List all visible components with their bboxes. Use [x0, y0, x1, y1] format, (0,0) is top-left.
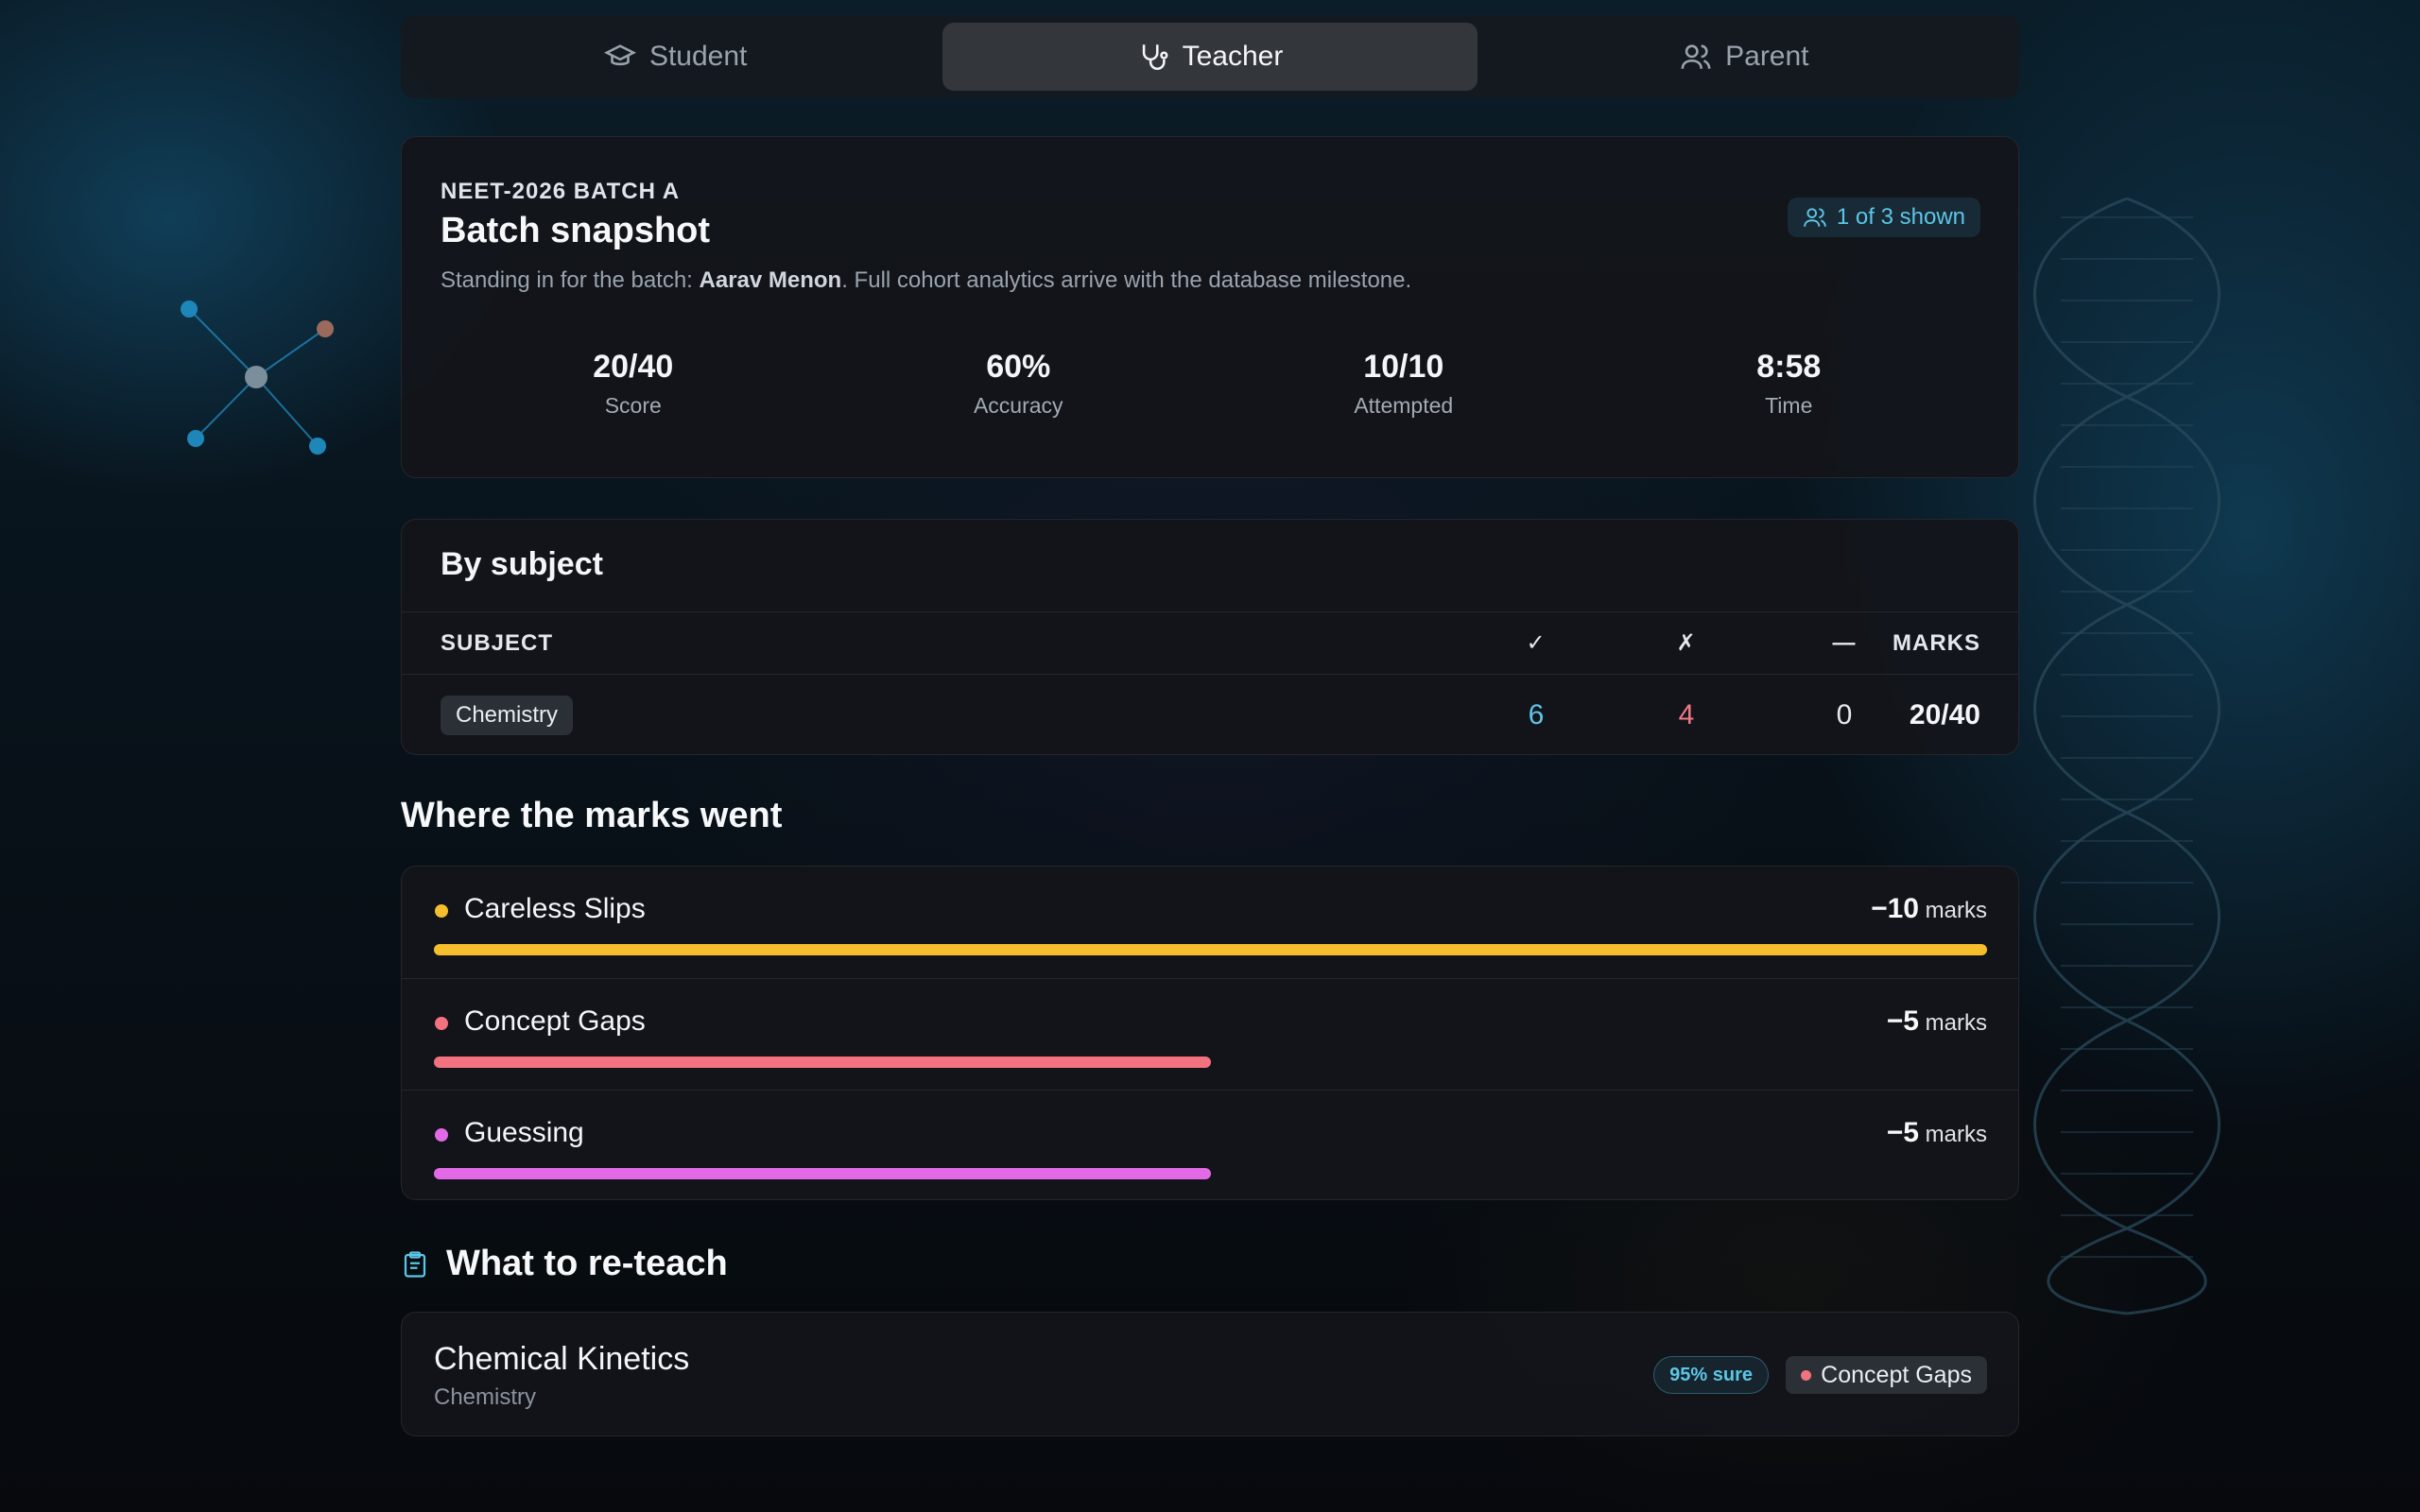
progress-track [434, 944, 1987, 955]
marks-lost-amount: −10 marks [1871, 893, 1987, 924]
stat-value: 60% [986, 349, 1051, 385]
card-title: Batch snapshot [441, 211, 711, 250]
column-header-wrong: ✗ [1676, 630, 1697, 656]
reteach-topic-card[interactable]: Chemical Kinetics Chemistry 95% sure Con… [401, 1312, 2019, 1436]
category-dot [1801, 1369, 1812, 1381]
wrong-count: 4 [1678, 698, 1695, 730]
progress-fill [434, 1168, 1211, 1179]
category-dot [435, 1017, 448, 1030]
reteach-heading: What to re-teach [401, 1244, 728, 1284]
category-label: Careless Slips [464, 893, 646, 924]
list-item: Careless Slips −10 marks [402, 867, 2018, 978]
progress-track [434, 1168, 1987, 1179]
student-name: Aarav Menon [699, 267, 842, 293]
list-item: Guessing −5 marks [402, 1090, 2018, 1201]
tab-parent-label: Parent [1725, 41, 1809, 72]
stat-label: Attempted [1354, 393, 1454, 418]
marks-lost-card: Careless Slips −10 marks Concept Gaps −5… [401, 866, 2019, 1200]
category-tag: Concept Gaps [1786, 1356, 1987, 1394]
tab-teacher[interactable]: Teacher [942, 23, 1478, 91]
users-icon [1804, 208, 1826, 227]
progress-fill [434, 1057, 1211, 1068]
table-row: Chemistry 6 4 0 20/40 [402, 674, 2018, 755]
correct-count: 6 [1528, 698, 1545, 730]
molecule-decoration [181, 301, 334, 455]
stat-value: 20/40 [593, 349, 674, 385]
tab-student[interactable]: Student [408, 23, 942, 91]
list-item: Concept Gaps −5 marks [402, 978, 2018, 1090]
clipboard-icon [404, 1250, 426, 1278]
tab-student-label: Student [648, 41, 748, 72]
graduation-cap-icon [603, 44, 636, 66]
role-switcher: Student Teacher Parent [401, 15, 2019, 98]
stat-value: 10/10 [1363, 349, 1444, 385]
column-header-correct: ✓ [1526, 630, 1547, 656]
skipped-count: 0 [1836, 698, 1853, 730]
tab-parent[interactable]: Parent [1478, 23, 2012, 91]
stat-time: 8:58 Time [1597, 349, 1982, 419]
column-header-marks: MARKS [1893, 629, 1980, 656]
stat-label: Score [604, 393, 662, 418]
stat-label: Accuracy [973, 393, 1063, 418]
category-dot [435, 1128, 448, 1142]
reteach-title: What to re-teach [446, 1244, 728, 1283]
card-subtitle: Standing in for the batch: Aarav Menon. … [441, 267, 1412, 293]
users-icon [1681, 44, 1711, 69]
subject-marks: 20/40 [1909, 698, 1980, 730]
stat-accuracy: 60% Accuracy [826, 349, 1212, 419]
marks-lost-amount: −5 marks [1886, 1117, 1987, 1148]
stat-score: 20/40 Score [441, 349, 826, 419]
topic-name: Chemical Kinetics [434, 1341, 690, 1377]
by-subject-card: By subject SUBJECT ✓ ✗ — MARKS Chemistry… [401, 519, 2019, 755]
tab-teacher-label: Teacher [1182, 41, 1284, 72]
stethoscope-icon [1142, 44, 1168, 70]
category-dot [435, 904, 448, 918]
section-title: By subject [441, 546, 603, 582]
topic-subject: Chemistry [434, 1384, 537, 1410]
marks-lost-heading: Where the marks went [401, 796, 783, 835]
progress-track [434, 1057, 1987, 1068]
category-tag-label: Concept Gaps [1821, 1361, 1972, 1388]
stat-label: Time [1765, 393, 1813, 418]
column-header-subject: SUBJECT [441, 629, 554, 656]
stat-value: 8:58 [1756, 349, 1822, 385]
stat-attempted: 10/10 Attempted [1211, 349, 1597, 419]
dna-helix-decoration [2033, 197, 2221, 1315]
batch-snapshot-card: NEET-2026 BATCH A Batch snapshot Standin… [401, 136, 2019, 478]
column-header-skipped: — [1832, 629, 1857, 656]
progress-fill [434, 944, 1987, 955]
marks-lost-amount: −5 marks [1886, 1005, 1987, 1037]
shown-count-badge: 1 of 3 shown [1787, 198, 1980, 237]
batch-name: NEET-2026 BATCH A [441, 179, 681, 204]
subject-chip: Chemistry [441, 695, 574, 735]
category-label: Concept Gaps [464, 1005, 646, 1037]
stats-row: 20/40 Score 60% Accuracy 10/10 Attempted… [441, 349, 1981, 419]
table-header: SUBJECT ✓ ✗ — MARKS [402, 611, 2018, 674]
shown-count-label: 1 of 3 shown [1836, 204, 1965, 230]
confidence-badge: 95% sure [1653, 1356, 1769, 1394]
category-label: Guessing [464, 1117, 584, 1148]
